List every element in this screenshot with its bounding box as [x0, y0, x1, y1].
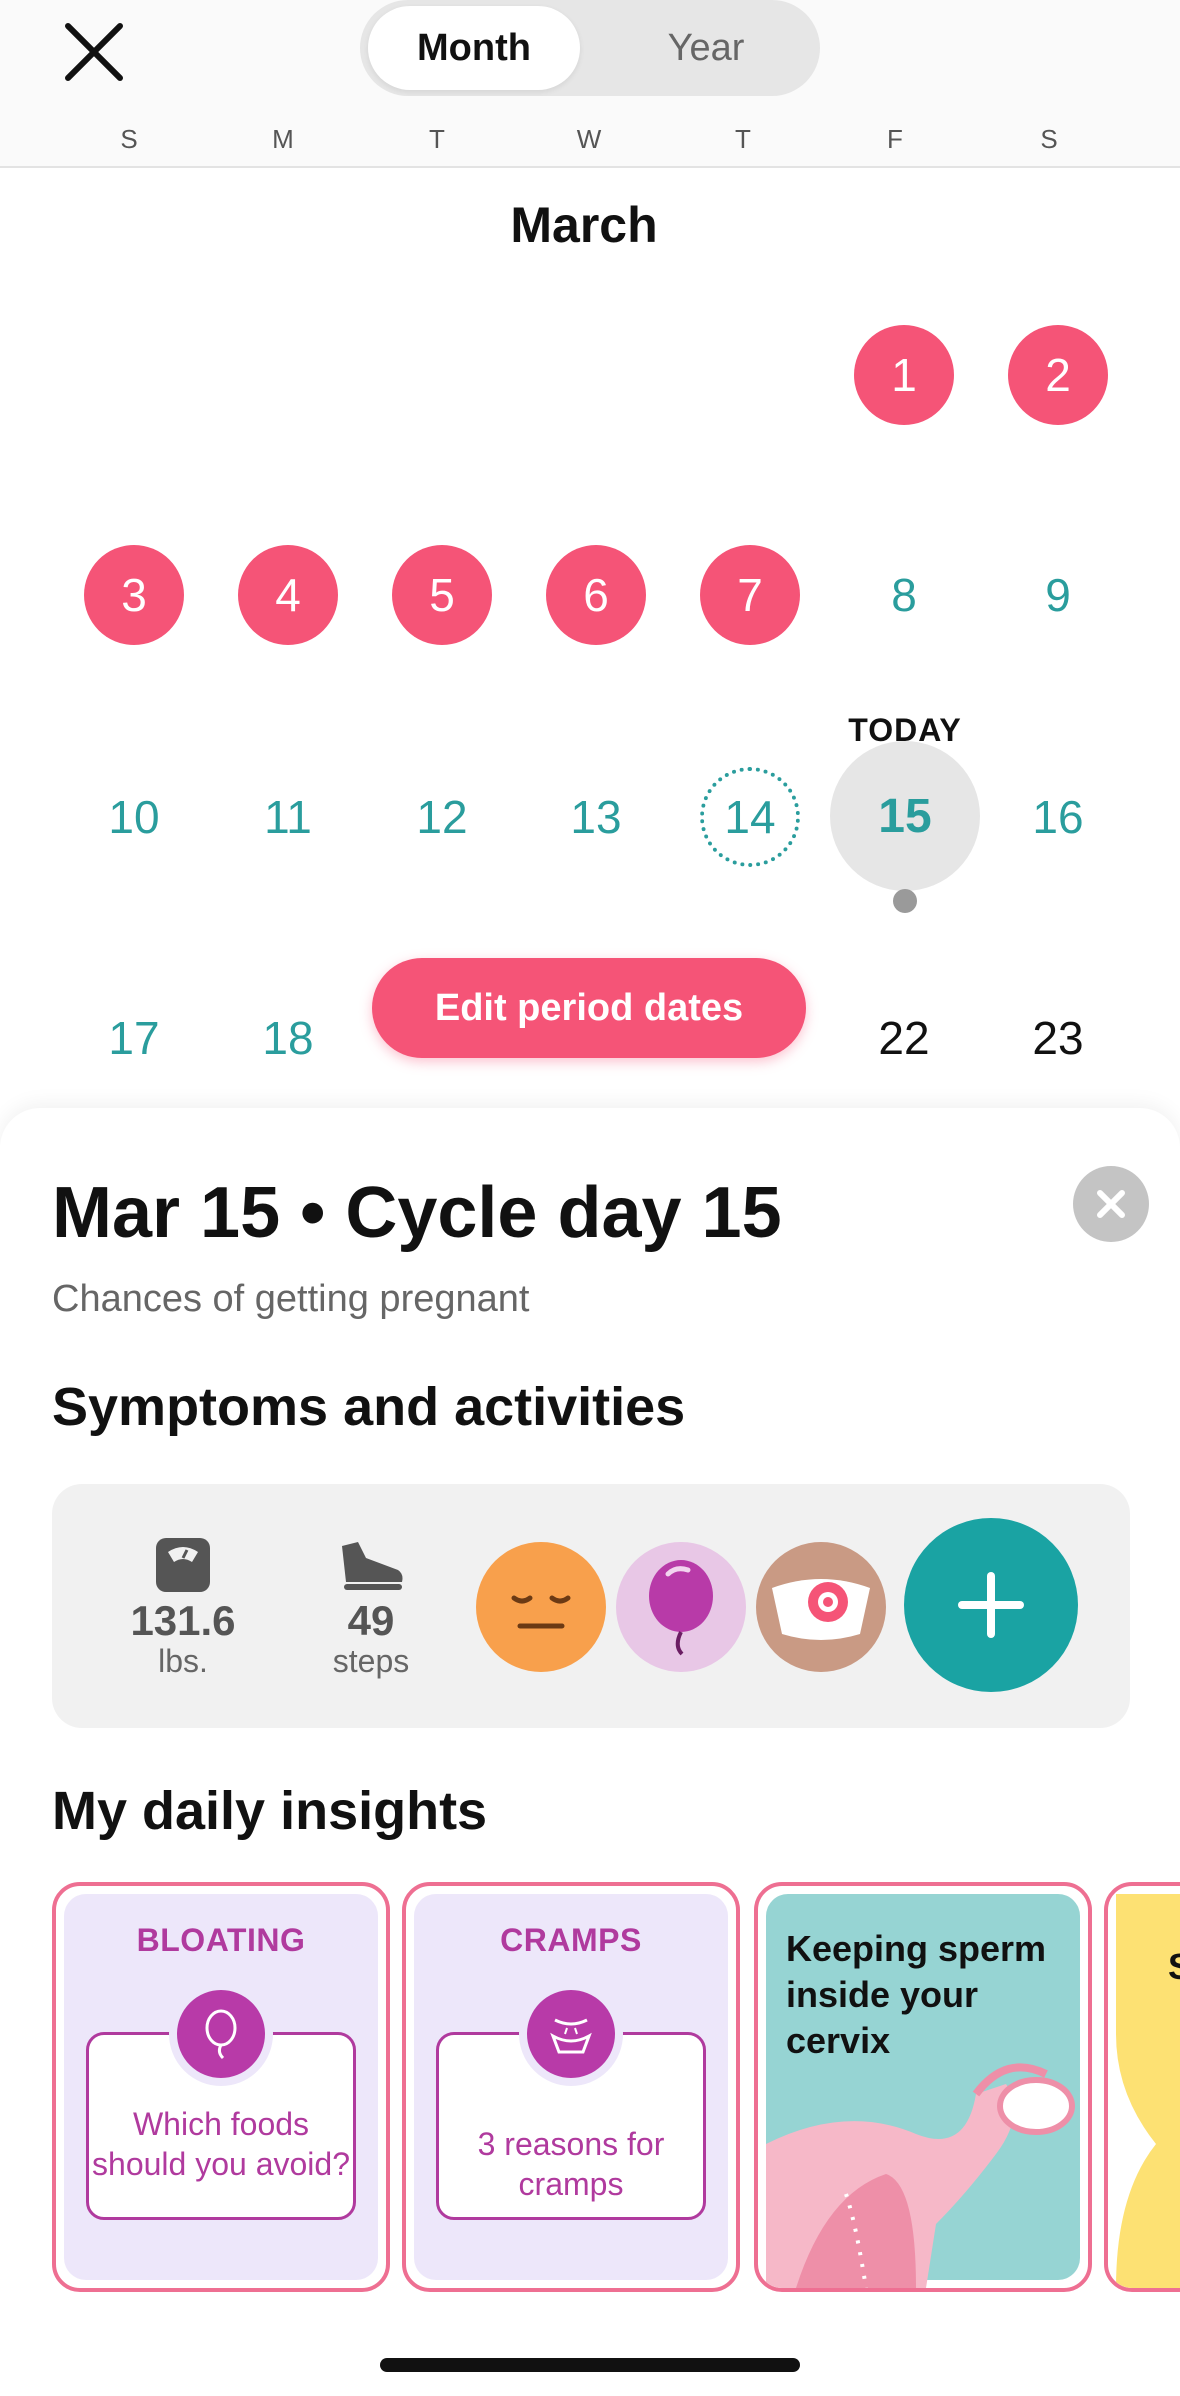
calendar-day[interactable]: 23 — [1008, 988, 1108, 1088]
weekday-label: W — [576, 124, 602, 154]
insight-card-partial[interactable]: S — [1104, 1882, 1180, 2292]
weight-value: 131.6 — [130, 1597, 236, 1644]
calendar-day-period[interactable]: 4 — [238, 545, 338, 645]
calendar-day[interactable]: 11 — [238, 767, 338, 867]
insights-heading: My daily insights — [52, 1781, 488, 1841]
calendar-header: Month Year S M T W T F S — [0, 0, 1180, 168]
weekday-label: S — [1040, 124, 1058, 154]
insight-text: Which foods should you avoid? — [92, 2106, 350, 2182]
calendar-day-period[interactable]: 2 — [1008, 325, 1108, 425]
calendar-day[interactable]: 18 — [238, 988, 338, 1088]
calendar-day-today[interactable]: 15 — [830, 741, 980, 891]
calendar-day[interactable]: 10 — [84, 767, 184, 867]
tab-year[interactable]: Year — [600, 6, 812, 90]
shoe-icon — [342, 1542, 403, 1590]
weekday-label: F — [887, 124, 903, 154]
calendar-day[interactable]: 13 — [546, 767, 646, 867]
weight-metric[interactable]: 131.6 lbs. — [118, 1536, 248, 1679]
insight-text: 3 reasons for cramps — [477, 2126, 665, 2202]
bloating-balloon-icon[interactable] — [616, 1542, 746, 1672]
abdomen-icon — [519, 1982, 623, 2086]
add-symptom-button[interactable] — [904, 1518, 1078, 1692]
insight-card-article[interactable]: Keeping sperm inside your cervix — [754, 1882, 1092, 2292]
weekday-label: T — [735, 124, 751, 154]
weekday-label: M — [272, 124, 294, 154]
calm-mood-icon[interactable] — [476, 1542, 606, 1672]
balloon-icon — [169, 1982, 273, 2086]
plus-icon — [958, 1572, 1024, 1638]
calendar-day-period[interactable]: 7 — [700, 545, 800, 645]
calendar-day[interactable]: 22 — [854, 988, 954, 1088]
steps-unit: steps — [332, 1643, 410, 1679]
sheet-title: Mar 15 • Cycle day 15 — [52, 1173, 782, 1253]
calendar-day-period[interactable]: 1 — [854, 325, 954, 425]
weekday-label: S — [120, 124, 138, 154]
insight-card-cramps[interactable]: CRAMPS 3 reasons for cramps — [402, 1882, 740, 2292]
menstrual-pad-icon[interactable] — [756, 1542, 886, 1672]
insight-title: S — [1168, 1946, 1180, 1988]
close-icon — [1097, 1190, 1125, 1218]
calendar-day[interactable]: 9 — [1008, 545, 1108, 645]
calendar-day-period[interactable]: 5 — [392, 545, 492, 645]
symptoms-heading: Symptoms and activities — [52, 1377, 686, 1437]
close-icon[interactable] — [58, 16, 130, 88]
insight-card-bloating[interactable]: BLOATING Which foods should you avoid? — [52, 1882, 390, 2292]
insight-category: BLOATING — [136, 1922, 306, 1958]
view-segmented-control: Month Year — [360, 0, 820, 96]
close-sheet-button[interactable] — [1073, 1166, 1149, 1242]
calendar-day-ovulation[interactable]: 14 — [700, 767, 800, 867]
weekday-label: T — [429, 124, 445, 154]
calendar-day[interactable]: 8 — [854, 545, 954, 645]
weekday-header: S M T W T F S — [0, 124, 1180, 164]
home-indicator[interactable] — [380, 2358, 800, 2372]
steps-metric[interactable]: 49 steps — [306, 1536, 436, 1679]
calendar-day[interactable]: 16 — [1008, 767, 1108, 867]
insight-category: CRAMPS — [500, 1922, 642, 1958]
calendar-day[interactable]: 12 — [392, 767, 492, 867]
edit-period-dates-button[interactable]: Edit period dates — [372, 958, 806, 1058]
calendar-day-period[interactable]: 6 — [546, 545, 646, 645]
weight-unit: lbs. — [158, 1643, 208, 1679]
insight-title: Keeping sperm inside your cervix — [786, 1928, 1047, 2061]
month-title: March — [510, 197, 658, 253]
steps-value: 49 — [347, 1597, 395, 1644]
calendar-day[interactable]: 17 — [84, 988, 184, 1088]
calendar-day-period[interactable]: 3 — [84, 545, 184, 645]
scale-icon — [156, 1538, 210, 1592]
tab-month[interactable]: Month — [368, 6, 580, 90]
pregnancy-chance-link[interactable]: Chances of getting pregnant — [52, 1278, 529, 1321]
log-indicator-dot — [893, 889, 917, 913]
